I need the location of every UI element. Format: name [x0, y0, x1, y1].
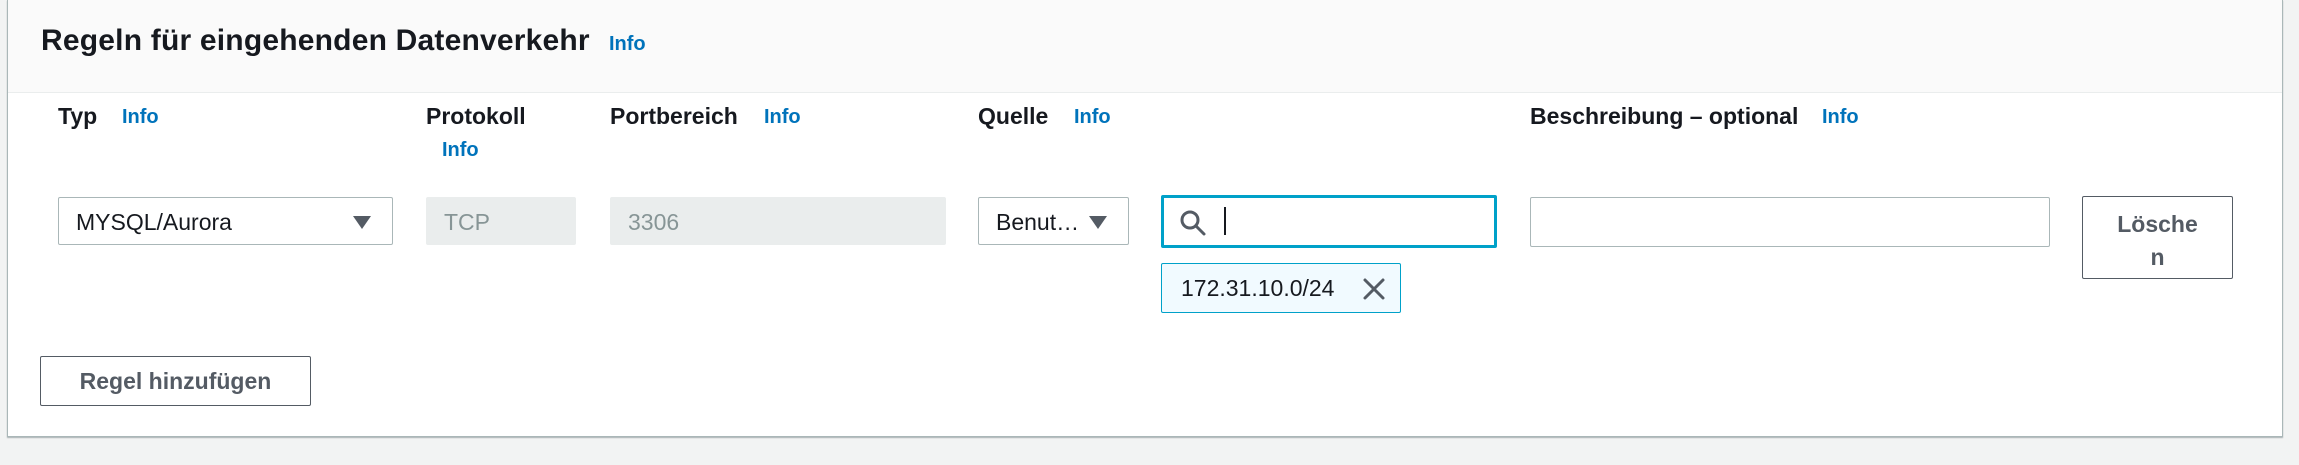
description-info-link[interactable]: Info	[1822, 106, 1859, 129]
type-select[interactable]: MYSQL/Aurora	[58, 197, 393, 245]
port-range-info-link[interactable]: Info	[764, 106, 801, 129]
source-column-label: Quelle	[978, 103, 1049, 129]
protocol-field: TCP	[426, 197, 576, 245]
add-rule-button[interactable]: Regel hinzufügen	[40, 356, 311, 406]
caret-down-icon	[1089, 216, 1107, 229]
caret-down-icon	[353, 216, 371, 229]
type-column-label: Typ	[58, 103, 98, 129]
search-icon	[1179, 209, 1207, 242]
port-range-field: 3306	[610, 197, 946, 245]
text-cursor	[1224, 207, 1226, 235]
panel-title: Regeln für eingehenden Datenverkehr	[41, 24, 590, 57]
type-info-link[interactable]: Info	[122, 106, 159, 129]
source-search-input[interactable]	[1161, 195, 1497, 248]
protocol-info-link[interactable]: Info	[442, 139, 479, 162]
port-range-value: 3306	[628, 209, 680, 235]
delete-rule-label-line1: Lösche	[2117, 211, 2198, 237]
protocol-column-label: Protokoll	[426, 103, 526, 129]
description-column-label: Beschreibung – optional	[1530, 103, 1799, 129]
type-select-value: MYSQL/Aurora	[76, 209, 232, 235]
panel-title-info-link[interactable]: Info	[609, 33, 646, 56]
source-type-select[interactable]: Benut…	[978, 197, 1129, 245]
delete-rule-label-line2: n	[2150, 244, 2165, 270]
source-type-value: Benut…	[996, 209, 1080, 235]
inbound-rules-panel: Regeln für eingehenden Datenverkehr Info…	[7, 0, 2283, 437]
close-icon[interactable]	[1361, 276, 1387, 308]
description-input[interactable]	[1530, 197, 2050, 247]
port-range-column-label: Portbereich	[610, 103, 738, 129]
panel-header: Regeln für eingehenden Datenverkehr Info	[8, 0, 2282, 93]
source-info-link[interactable]: Info	[1074, 106, 1111, 129]
source-token: 172.31.10.0/24	[1161, 263, 1401, 313]
add-rule-label: Regel hinzufügen	[79, 368, 272, 394]
delete-rule-button[interactable]: Lösche n	[2082, 196, 2233, 279]
source-token-label: 172.31.10.0/24	[1181, 275, 1335, 301]
protocol-value: TCP	[444, 209, 490, 235]
